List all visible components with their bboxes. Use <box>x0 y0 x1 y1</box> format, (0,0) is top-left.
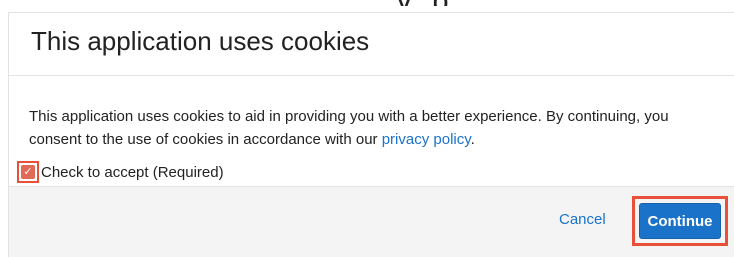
accept-row: ✓ Check to accept (Required) <box>17 160 224 184</box>
continue-button[interactable]: Continue <box>639 203 721 239</box>
page: y p This application uses cookies This a… <box>0 0 734 257</box>
accept-checkbox-label[interactable]: Check to accept (Required) <box>41 164 224 181</box>
dialog-body: This application uses cookies to aid in … <box>9 76 734 186</box>
privacy-policy-link[interactable]: privacy policy <box>382 131 471 148</box>
dialog-footer: Cancel Continue <box>9 186 734 257</box>
dialog-title: This application uses cookies <box>31 26 370 56</box>
cookie-message: This application uses cookies to aid in … <box>29 105 719 151</box>
accept-checkbox[interactable]: ✓ <box>21 165 35 179</box>
clipped-text: y p <box>395 0 449 6</box>
continue-button-highlight: Continue <box>632 196 728 246</box>
cancel-button[interactable]: Cancel <box>559 211 606 228</box>
cookie-dialog: This application uses cookies This appli… <box>8 12 734 257</box>
cookie-message-text: This application uses cookies to aid in … <box>29 108 669 148</box>
clipped-background-text: y p <box>0 0 734 6</box>
accept-checkbox-highlight[interactable]: ✓ <box>17 161 39 183</box>
checkmark-icon: ✓ <box>23 165 33 178</box>
dialog-header: This application uses cookies <box>9 13 734 76</box>
cookie-message-end: . <box>470 131 475 148</box>
